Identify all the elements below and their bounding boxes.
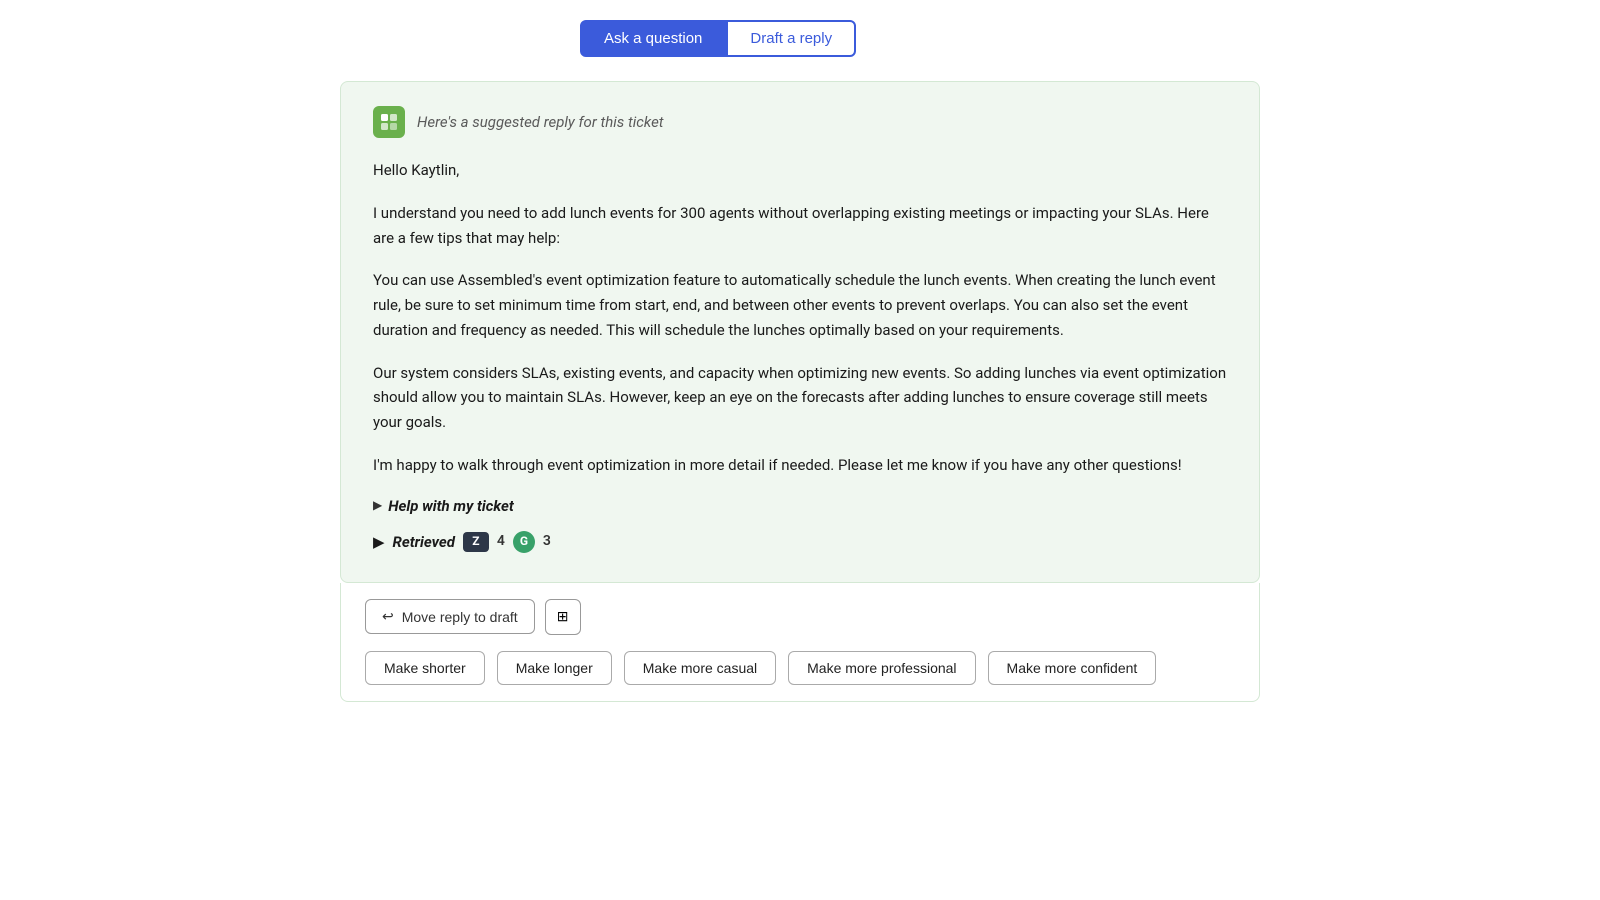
card-header: Here's a suggested reply for this ticket bbox=[373, 106, 1227, 138]
reply-paragraph-greeting: Hello Kaytlin, bbox=[373, 158, 1227, 183]
regenerate-icon: ⊞ bbox=[557, 608, 569, 625]
make-casual-button[interactable]: Make more casual bbox=[624, 651, 776, 685]
help-section[interactable]: ▶ Help with my ticket bbox=[373, 494, 1227, 518]
move-draft-label: Move reply to draft bbox=[402, 609, 518, 625]
reply-paragraph-4: I'm happy to walk through event optimiza… bbox=[373, 453, 1227, 478]
badge-z-count: 4 bbox=[497, 530, 505, 552]
tab-draft-reply[interactable]: Draft a reply bbox=[726, 20, 856, 57]
reply-paragraph-1: I understand you need to add lunch event… bbox=[373, 201, 1227, 251]
badge-zendesk: Z bbox=[463, 532, 489, 552]
make-shorter-button[interactable]: Make shorter bbox=[365, 651, 485, 685]
retrieved-label: Retrieved bbox=[393, 530, 455, 554]
help-section-label: Help with my ticket bbox=[388, 494, 514, 518]
reply-body: Hello Kaytlin, I understand you need to … bbox=[373, 158, 1227, 478]
move-reply-to-draft-button[interactable]: ↩ Move reply to draft bbox=[365, 599, 535, 634]
help-arrow-icon: ▶ bbox=[373, 496, 382, 515]
reply-paragraph-3: Our system considers SLAs, existing even… bbox=[373, 361, 1227, 435]
tone-buttons-row: Make shorter Make longer Make more casua… bbox=[365, 651, 1235, 685]
tab-ask-question[interactable]: Ask a question bbox=[580, 20, 726, 57]
assembled-logo-icon bbox=[373, 106, 405, 138]
regenerate-button[interactable]: ⊞ bbox=[545, 599, 581, 635]
make-professional-button[interactable]: Make more professional bbox=[788, 651, 975, 685]
retrieved-arrow-icon: ▶ bbox=[373, 530, 385, 554]
tab-bar: Ask a question Draft a reply bbox=[580, 20, 1260, 57]
reply-paragraph-2: You can use Assembled's event optimizati… bbox=[373, 268, 1227, 342]
badge-g-count: 3 bbox=[543, 530, 551, 552]
make-confident-button[interactable]: Make more confident bbox=[988, 651, 1157, 685]
reply-arrow-icon: ↩ bbox=[382, 608, 394, 625]
reply-card: Here's a suggested reply for this ticket… bbox=[340, 81, 1260, 583]
action-row-primary: ↩ Move reply to draft ⊞ bbox=[365, 599, 1235, 635]
action-bar: ↩ Move reply to draft ⊞ Make shorter Mak… bbox=[340, 583, 1260, 702]
badge-guru: G bbox=[513, 531, 535, 553]
card-header-text: Here's a suggested reply for this ticket bbox=[417, 110, 664, 134]
retrieved-section[interactable]: ▶ Retrieved Z 4 G 3 bbox=[373, 530, 1227, 554]
make-longer-button[interactable]: Make longer bbox=[497, 651, 612, 685]
